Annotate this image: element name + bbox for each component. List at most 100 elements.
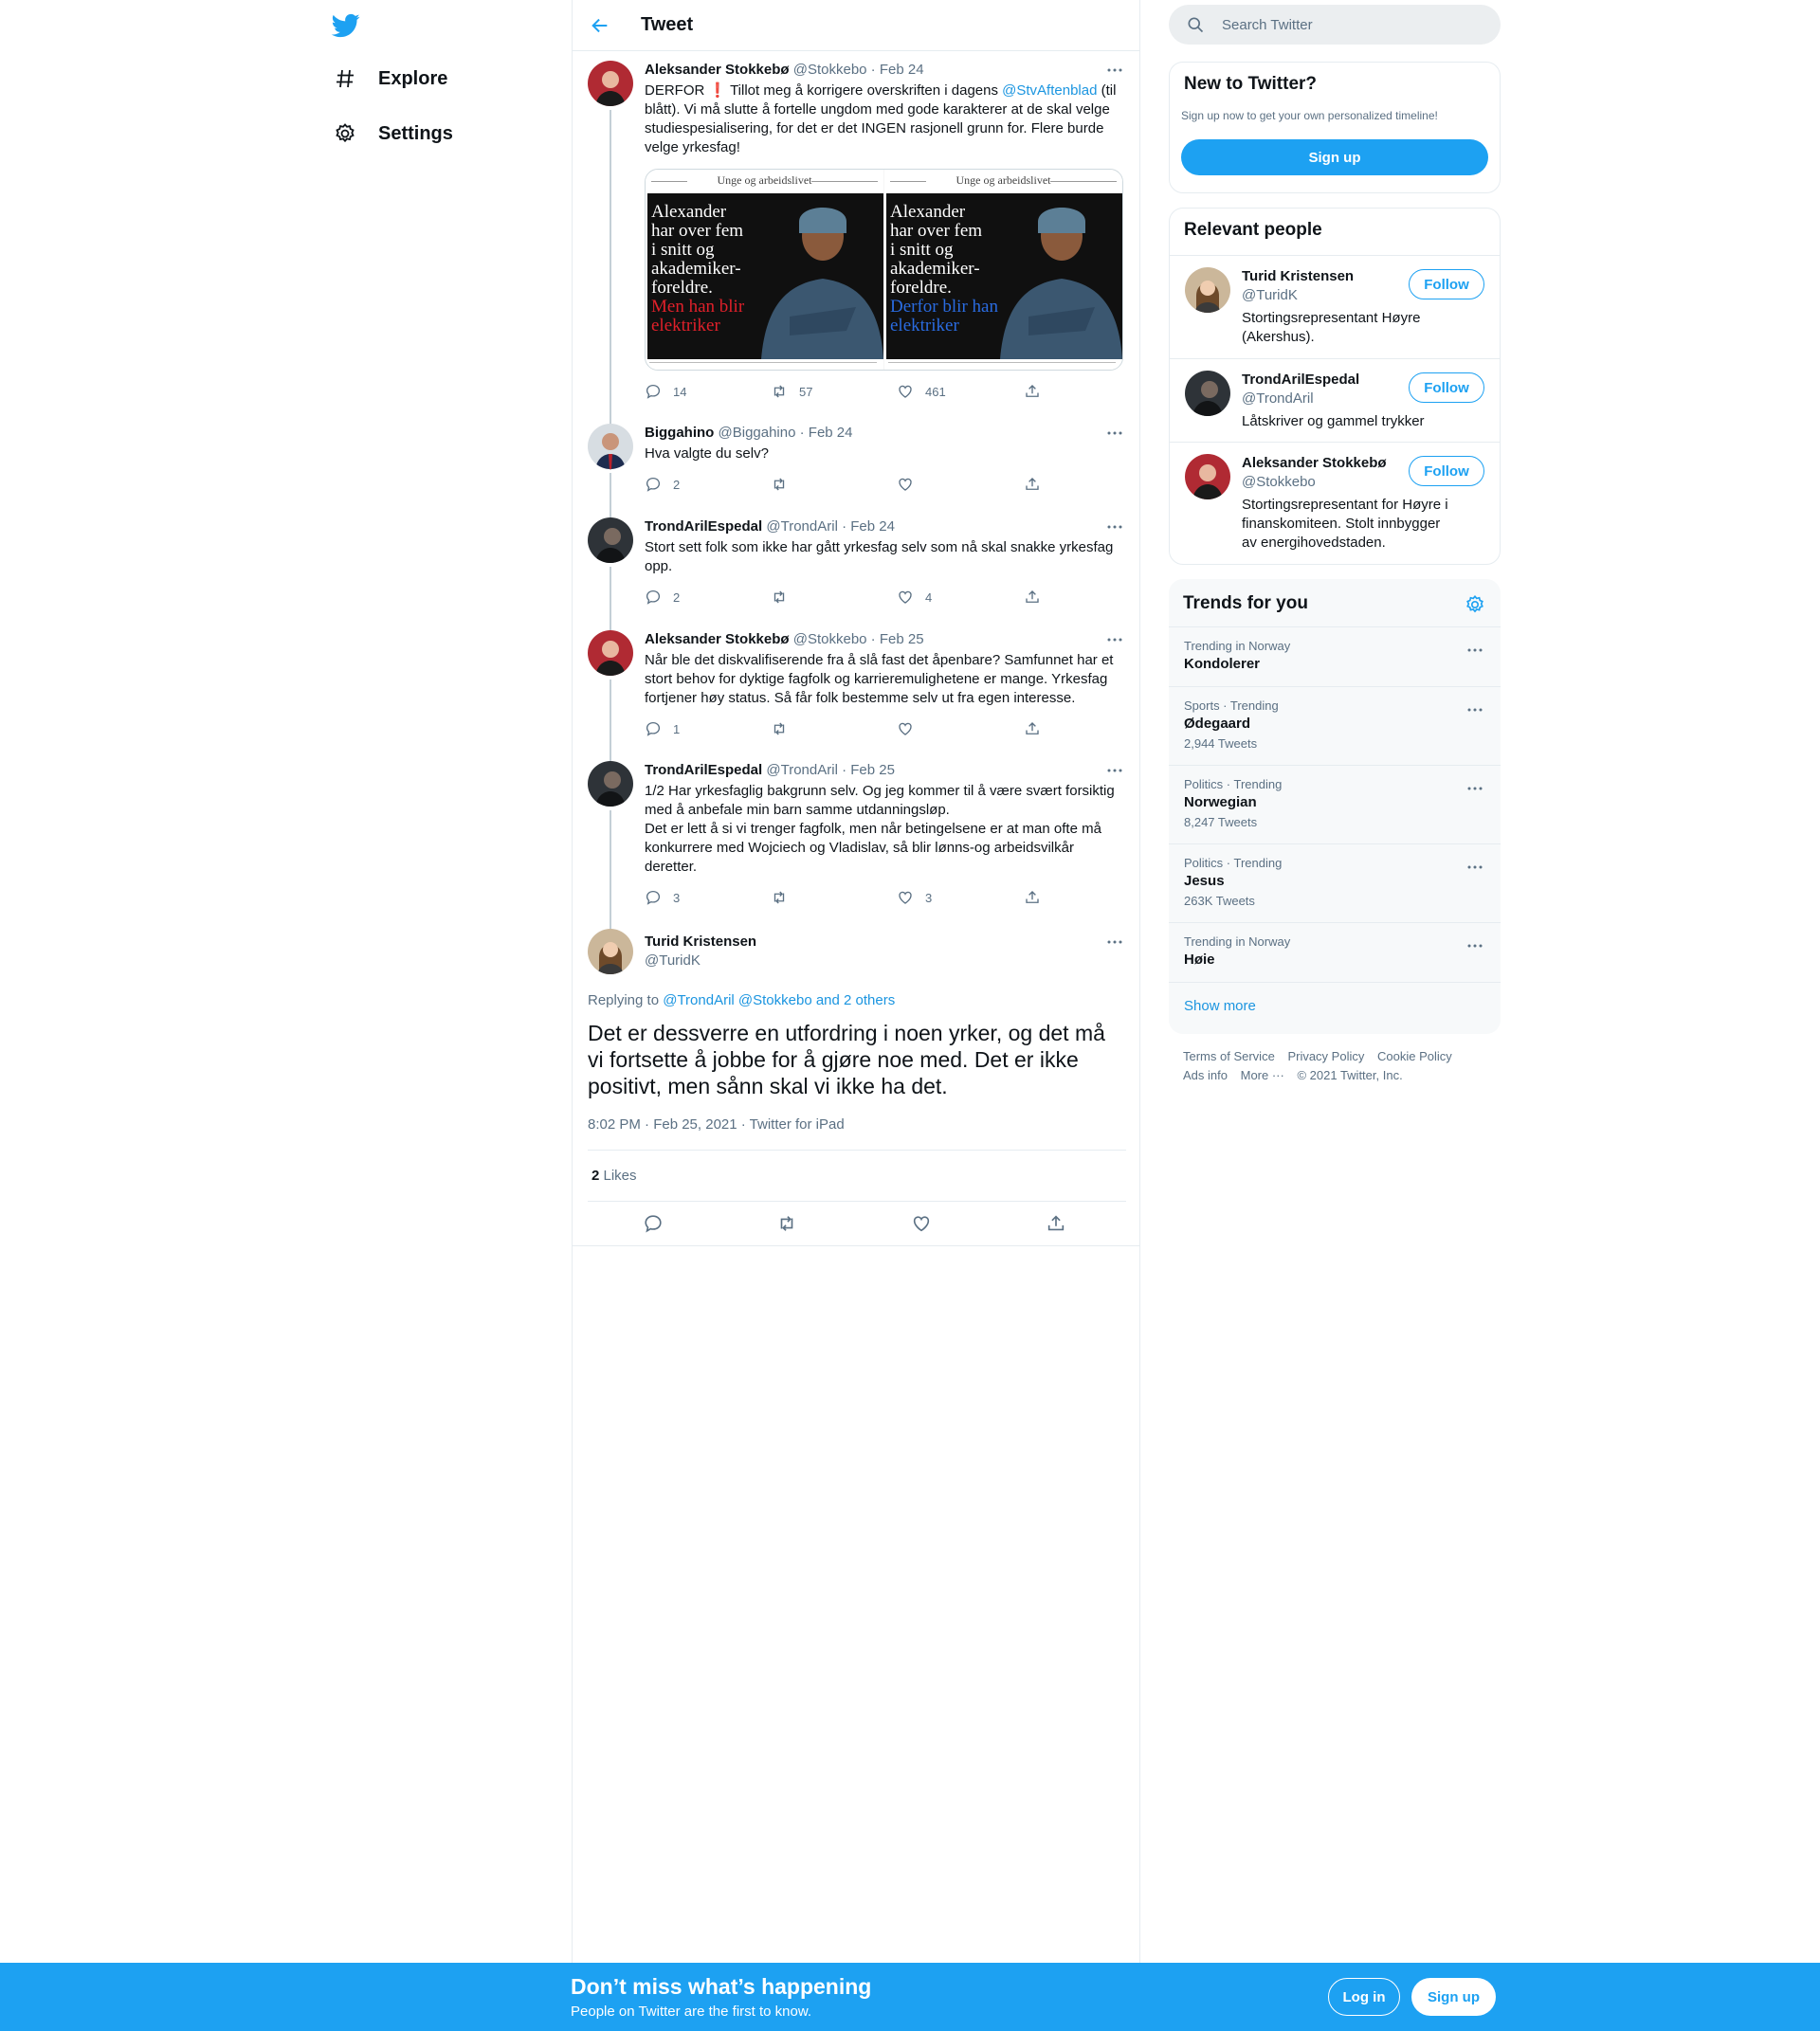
avatar[interactable]: [588, 630, 633, 676]
trend-item[interactable]: Sports · Trending Ødegaard 2,944 Tweets: [1169, 686, 1501, 765]
retweet-button[interactable]: [771, 888, 788, 907]
likes-count[interactable]: 2 Likes: [592, 1168, 637, 1184]
more-icon[interactable]: [1103, 630, 1126, 649]
retweet-button[interactable]: [771, 588, 788, 607]
more-icon[interactable]: [1103, 424, 1126, 443]
more-icon[interactable]: [1103, 761, 1126, 780]
trend-item[interactable]: Politics · Trending Jesus 263K Tweets: [1169, 843, 1501, 922]
share-button[interactable]: [1024, 719, 1041, 738]
tweet-media-image[interactable]: Unge og arbeidslivet Alexander har over …: [645, 169, 1123, 371]
ads-info-link[interactable]: Ads info: [1183, 1068, 1228, 1082]
author-name[interactable]: TrondArilEspedal: [645, 518, 762, 535]
follow-button[interactable]: Follow: [1409, 456, 1484, 486]
like-button[interactable]: [897, 719, 914, 738]
more-icon[interactable]: [1466, 936, 1485, 952]
author-name[interactable]: Aleksander Stokkebø: [645, 62, 790, 78]
mention-link[interactable]: @StvAftenblad: [1002, 82, 1097, 99]
avatar[interactable]: [588, 929, 633, 974]
signup-button[interactable]: Sign up: [1411, 1978, 1496, 2016]
person-item[interactable]: Aleksander Stokkebø @Stokkebo Stortingsr…: [1170, 442, 1500, 564]
search-input[interactable]: Search Twitter: [1169, 5, 1501, 45]
reply-button[interactable]: 2: [645, 588, 680, 607]
cookie-link[interactable]: Cookie Policy: [1377, 1049, 1452, 1063]
replying-to-links[interactable]: @TrondAril @Stokkebo and 2 others: [663, 992, 895, 1008]
like-button[interactable]: 461: [897, 382, 946, 401]
reply-button[interactable]: 14: [645, 382, 686, 401]
author-name[interactable]: Turid Kristensen: [645, 933, 756, 952]
share-button[interactable]: [1024, 475, 1041, 494]
more-icon[interactable]: [1103, 517, 1126, 536]
retweet-icon[interactable]: [776, 1213, 799, 1236]
trend-item[interactable]: Politics · Trending Norwegian 8,247 Twee…: [1169, 765, 1501, 843]
avatar[interactable]: [588, 61, 633, 106]
reply-button[interactable]: 2: [645, 475, 680, 494]
author-meta[interactable]: @Biggahino · Feb 24: [719, 425, 853, 441]
share-icon[interactable]: [1046, 1213, 1068, 1236]
nav-explore[interactable]: Explore: [333, 60, 447, 98]
person-name[interactable]: TrondArilEspedal: [1242, 371, 1359, 390]
back-arrow-icon[interactable]: [586, 11, 614, 40]
author-name[interactable]: TrondArilEspedal: [645, 762, 762, 778]
page-header: Tweet: [573, 0, 1139, 51]
trend-context: Trending in Norway: [1184, 934, 1291, 949]
person-item[interactable]: TrondArilEspedal @TrondAril Låtskriver o…: [1170, 358, 1500, 442]
person-item[interactable]: Turid Kristensen @TuridK Stortingsrepres…: [1170, 255, 1500, 358]
twitter-logo-icon[interactable]: [331, 11, 361, 40]
reply-icon[interactable]: [643, 1213, 665, 1236]
tweet-header: Aleksander Stokkebø @Stokkebo · Feb 24: [645, 61, 1126, 80]
person-handle[interactable]: @Stokkebo: [1242, 473, 1316, 492]
follow-button[interactable]: Follow: [1409, 269, 1484, 299]
more-icon[interactable]: [1466, 779, 1485, 794]
share-button[interactable]: [1024, 382, 1041, 401]
more-icon[interactable]: [1466, 700, 1485, 716]
login-button[interactable]: Log in: [1328, 1978, 1400, 2016]
share-button[interactable]: [1024, 588, 1041, 607]
more-icon[interactable]: [1466, 858, 1485, 873]
show-more-link[interactable]: Show more: [1184, 998, 1256, 1014]
person-handle[interactable]: @TuridK: [1242, 286, 1298, 305]
signup-button[interactable]: Sign up: [1181, 139, 1488, 175]
tweet-timestamp[interactable]: 8:02 PM · Feb 25, 2021 · Twitter for iPa…: [588, 1116, 845, 1133]
like-button[interactable]: 4: [897, 588, 932, 607]
author-meta[interactable]: @Stokkebo · Feb 25: [793, 631, 924, 647]
more-icon[interactable]: [1466, 641, 1485, 656]
gear-icon[interactable]: [1465, 594, 1485, 615]
more-icon[interactable]: [1103, 61, 1126, 80]
author-handle[interactable]: @TuridK: [645, 952, 701, 970]
terms-link[interactable]: Terms of Service: [1183, 1049, 1275, 1063]
more-icon[interactable]: [1103, 933, 1126, 952]
person-name[interactable]: Turid Kristensen: [1242, 267, 1354, 286]
author-meta[interactable]: @Stokkebo · Feb 24: [793, 62, 924, 78]
author-name[interactable]: Aleksander Stokkebø: [645, 631, 790, 647]
like-button[interactable]: [897, 475, 914, 494]
retweet-button[interactable]: [771, 719, 788, 738]
person-handle[interactable]: @TrondAril: [1242, 390, 1314, 408]
like-button[interactable]: 3: [897, 888, 932, 907]
thread-line: [610, 473, 611, 518]
author-meta[interactable]: @TrondAril · Feb 25: [766, 762, 895, 778]
share-button[interactable]: [1024, 888, 1041, 907]
reply-button[interactable]: 1: [645, 719, 680, 738]
avatar[interactable]: [1185, 454, 1230, 499]
share-icon: [1026, 891, 1039, 903]
heart-icon[interactable]: [911, 1213, 934, 1236]
tweet-actions: 2 4: [645, 588, 1126, 607]
avatar[interactable]: [588, 761, 633, 807]
follow-button[interactable]: Follow: [1409, 372, 1484, 403]
author-meta[interactable]: @TrondAril · Feb 24: [766, 518, 895, 535]
trend-item[interactable]: Trending in Norway Kondolerer: [1169, 626, 1501, 686]
retweet-button[interactable]: 57: [771, 382, 812, 401]
avatar[interactable]: [588, 517, 633, 563]
author-name[interactable]: Biggahino: [645, 425, 714, 441]
avatar[interactable]: [588, 424, 633, 469]
more-link[interactable]: More ···: [1241, 1068, 1284, 1082]
avatar[interactable]: [1185, 267, 1230, 313]
reply-button[interactable]: 3: [645, 888, 680, 907]
person-name[interactable]: Aleksander Stokkebø: [1242, 454, 1387, 473]
tweet-actions: 14 57 461: [645, 382, 1126, 401]
retweet-button[interactable]: [771, 475, 788, 494]
trend-item[interactable]: Trending in Norway Høie: [1169, 922, 1501, 982]
avatar[interactable]: [1185, 371, 1230, 416]
privacy-link[interactable]: Privacy Policy: [1287, 1049, 1364, 1063]
nav-settings[interactable]: Settings: [333, 115, 453, 153]
